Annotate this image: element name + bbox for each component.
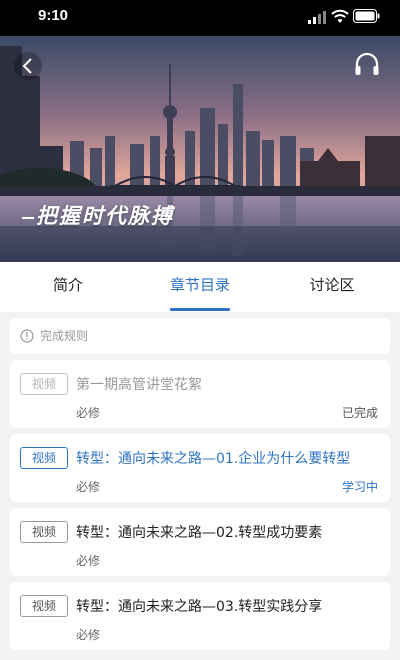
chapter-title: 第一期高管讲堂花絮 [76, 377, 202, 393]
chapter-item[interactable]: 视频 第一期高管讲堂花絮 必修 已完成 [10, 360, 390, 428]
back-button[interactable] [14, 52, 42, 80]
completion-rules[interactable]: 完成规则 [10, 318, 390, 354]
completion-rules-label: 完成规则 [40, 329, 89, 343]
status-bar: 9:10 [0, 0, 400, 36]
battery-icon [353, 9, 380, 23]
slogan-dash [22, 217, 34, 219]
video-badge: 视频 [20, 595, 68, 617]
chapter-requirement: 必修 [76, 554, 101, 568]
tab-bar: 简介 章节目录 讨论区 [0, 262, 400, 312]
video-badge: 视频 [20, 373, 68, 395]
chapter-title: 转型：通向未来之路—02.转型成功要素 [76, 525, 323, 541]
chapter-requirement: 必修 [76, 628, 101, 642]
chapter-title: 转型：通向未来之路—01.企业为什么要转型 [76, 451, 351, 467]
chevron-left-icon [22, 58, 32, 74]
status-time: 9:10 [38, 7, 69, 24]
tab-chapters[interactable]: 章节目录 [140, 262, 260, 312]
info-icon [20, 329, 34, 343]
hero-banner: 把握时代脉搏 [0, 36, 400, 262]
chapter-item[interactable]: 视频 转型：通向未来之路—01.企业为什么要转型 必修 学习中 [10, 434, 390, 502]
tab-discussion[interactable]: 讨论区 [272, 262, 392, 312]
chapter-status: 已完成 [341, 406, 378, 420]
tab-intro[interactable]: 简介 [8, 262, 128, 312]
chapter-item[interactable]: 视频 转型：通向未来之路—03.转型实践分享 必修 [10, 582, 390, 650]
headphones-icon[interactable] [352, 50, 382, 80]
video-badge: 视频 [20, 447, 68, 469]
active-tab-indicator [170, 308, 230, 311]
hero-slogan: 把握时代脉搏 [36, 203, 174, 228]
chapter-status: 学习中 [341, 480, 378, 494]
signal-icon [308, 11, 326, 24]
video-badge: 视频 [20, 521, 68, 543]
chapter-title: 转型：通向未来之路—03.转型实践分享 [76, 599, 323, 615]
wifi-icon [331, 9, 349, 23]
chapter-requirement: 必修 [76, 480, 101, 494]
chapter-item[interactable]: 视频 转型：通向未来之路—02.转型成功要素 必修 [10, 508, 390, 576]
chapter-requirement: 必修 [76, 406, 101, 420]
